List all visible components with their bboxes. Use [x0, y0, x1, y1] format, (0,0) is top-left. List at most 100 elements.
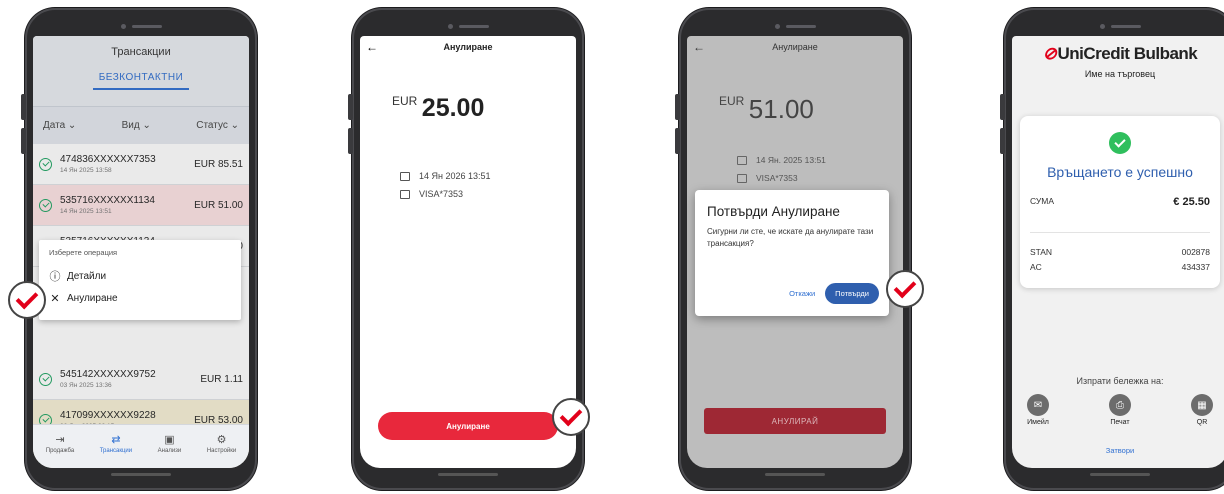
- card-number: 535716XXXXXX1134: [60, 195, 155, 206]
- unicredit-mark-icon: ⊘: [1042, 44, 1057, 63]
- divider: [1030, 232, 1210, 233]
- nav-sale[interactable]: ⇥ Продажба: [46, 433, 74, 454]
- success-check-icon: [39, 198, 52, 212]
- success-check-icon: [39, 372, 52, 386]
- logo-text: UniCredit Bulbank: [1057, 44, 1198, 63]
- back-arrow-icon[interactable]: ←: [366, 40, 386, 54]
- home-indicator: [1090, 473, 1150, 476]
- ac-row: AC 434337: [1030, 262, 1210, 272]
- gear-icon: ⚙: [216, 434, 227, 446]
- transaction-date: 03 Ян 2025 13:36: [60, 382, 112, 389]
- screen-transactions: Трансакции БЕЗКОНТАКТНИ Дата ⌄ Вид ⌄ Ста…: [33, 36, 249, 468]
- success-check-icon: [1109, 132, 1131, 154]
- filter-bar: Дата ⌄ Вид ⌄ Статус ⌄: [33, 106, 249, 144]
- analytics-icon: ▣: [164, 434, 175, 446]
- card-icon: [737, 173, 747, 183]
- bottom-nav: ⇥ Продажба ⇄ Трансакции ▣ Анализи ⚙ Настройк…: [33, 424, 249, 468]
- volume-button: [21, 128, 26, 154]
- home-indicator: [765, 473, 825, 476]
- calendar-icon: [737, 155, 747, 165]
- cancel-transaction-button[interactable]: АНУЛИРАЙ: [704, 408, 886, 434]
- send-receipt-label: Изпрати бележка на:: [1076, 376, 1164, 386]
- home-indicator: [111, 473, 171, 476]
- amount-display: EUR 25.00: [360, 94, 576, 123]
- tab-contactless[interactable]: БЕЗКОНТАКТНИ: [92, 72, 190, 90]
- card-number: 417099XXXXXX9228: [60, 410, 156, 421]
- card-value: VISA*7353: [419, 189, 464, 199]
- cancel-option[interactable]: ✕ Анулиране: [49, 287, 231, 309]
- sum-row: СУМА € 25.50: [1030, 196, 1210, 208]
- back-arrow-icon[interactable]: ←: [693, 40, 713, 54]
- step-check-badge: [552, 398, 590, 436]
- camera-notch: [1080, 20, 1160, 32]
- receipt-card: Връщането е успешно СУМА € 25.50 STAN 0028…: [1020, 116, 1220, 288]
- info-icon: ⓘ: [49, 271, 61, 283]
- sale-icon: ⇥: [55, 434, 65, 446]
- amount-display: EUR 51.00: [687, 94, 903, 125]
- success-check-icon: [39, 157, 52, 171]
- page-title: Анулиране: [443, 42, 493, 52]
- print-button[interactable]: ⎙ Печат: [1098, 394, 1142, 426]
- datetime-row: 14 Ян. 2025 13:51: [737, 151, 903, 169]
- filter-date[interactable]: Дата ⌄: [43, 120, 76, 131]
- table-row[interactable]: 535716XXXXXX1134 14 Ян 2025 13:51 EUR 51.0…: [33, 185, 249, 226]
- transaction-meta: 14 Ян. 2025 13:51 VISA*7353: [687, 151, 903, 187]
- dialog-actions: Откажи Потвърди: [789, 283, 879, 304]
- dialog-confirm-button[interactable]: Потвърди: [825, 283, 879, 304]
- top-bar: ← Анулиране: [360, 36, 576, 58]
- close-link[interactable]: Затвори: [1012, 446, 1224, 455]
- dialog-cancel-button[interactable]: Откажи: [789, 289, 815, 298]
- cancel-transaction-button[interactable]: Анулиране: [378, 412, 558, 440]
- row-info: 474836XXXXXX7353 14 Ян 2025 13:58: [60, 154, 194, 174]
- transaction-amount: EUR 51.00: [194, 199, 243, 211]
- datetime-row: 14 Ян 2026 13:51: [400, 167, 576, 185]
- card-row: VISA*7353: [400, 185, 576, 203]
- transaction-amount: EUR 1.11: [200, 373, 243, 385]
- nav-analytics[interactable]: ▣ Анализи: [158, 433, 182, 454]
- operation-sheet: Изберете операция ⓘ Детайли ✕ Анулиране: [39, 240, 241, 320]
- filter-status[interactable]: Статус ⌄: [196, 120, 239, 131]
- details-option[interactable]: ⓘ Детайли: [49, 265, 231, 287]
- phone-transactions: Трансакции БЕЗКОНТАКТНИ Дата ⌄ Вид ⌄ Ста…: [21, 8, 257, 490]
- nav-settings[interactable]: ⚙ Настройки: [207, 433, 236, 454]
- phone-cancel: ← Анулиране EUR 25.00 14 Ян 2026 13:51 V…: [348, 8, 584, 490]
- nav-transactions[interactable]: ⇄ Трансакции: [100, 433, 132, 454]
- ac-value: 434337: [1181, 262, 1210, 272]
- volume-button: [675, 94, 680, 120]
- volume-button: [348, 128, 353, 154]
- transactions-header: Трансакции БЕЗКОНТАКТНИ: [33, 36, 249, 106]
- nav-settings-label: Настройки: [206, 448, 237, 454]
- unicredit-logo: ⊘UniCredit Bulbank: [1012, 44, 1224, 64]
- transaction-amount: EUR 85.51: [194, 158, 243, 170]
- card-value: VISA*7353: [756, 173, 798, 183]
- step-check-badge: [8, 281, 46, 319]
- card-number: 545142XXXXXX9752: [60, 369, 156, 380]
- camera-notch: [101, 20, 181, 32]
- transaction-date: 14 Ян 2025 13:51: [60, 208, 112, 215]
- qr-label: QR: [1196, 419, 1208, 426]
- filter-type[interactable]: Вид ⌄: [122, 120, 151, 131]
- sheet-header: Изберете операция: [49, 248, 118, 257]
- table-row[interactable]: 545142XXXXXX9752 03 Ян 2025 13:36 EUR 1.11: [33, 359, 249, 400]
- currency-label: EUR: [392, 94, 418, 108]
- table-row[interactable]: 474836XXXXXX7353 14 Ян 2025 13:58 EUR 85.5…: [33, 144, 249, 185]
- receipt-actions: ✉ Имейл ⎙ Печат ▦ QR: [1012, 394, 1224, 426]
- dialog-title: Потвърди Анулиране: [707, 204, 840, 219]
- stan-value: 002878: [1181, 247, 1210, 257]
- confirm-dialog: Потвърди Анулиране Сигурни ли сте, че ис…: [695, 190, 889, 316]
- transaction-meta: 14 Ян 2026 13:51 VISA*7353: [360, 167, 576, 203]
- screen-receipt: ⊘UniCredit Bulbank Име на търговец Връща…: [1012, 36, 1224, 468]
- print-label: Печат: [1110, 419, 1130, 426]
- amount-value: 25.00: [421, 94, 485, 122]
- transfer-icon: ⇄: [111, 434, 121, 446]
- amount-value: 51.00: [748, 94, 814, 124]
- camera-notch: [755, 20, 835, 32]
- ac-label: AC: [1030, 262, 1042, 272]
- details-label: Детайли: [67, 270, 107, 282]
- camera-notch: [428, 20, 508, 32]
- qr-button[interactable]: ▦ QR: [1180, 394, 1224, 426]
- email-button[interactable]: ✉ Имейл: [1016, 394, 1060, 426]
- nav-analytics-label: Анализи: [157, 448, 182, 454]
- card-number: 474836XXXXXX7353: [60, 154, 156, 165]
- currency-label: EUR: [719, 94, 745, 108]
